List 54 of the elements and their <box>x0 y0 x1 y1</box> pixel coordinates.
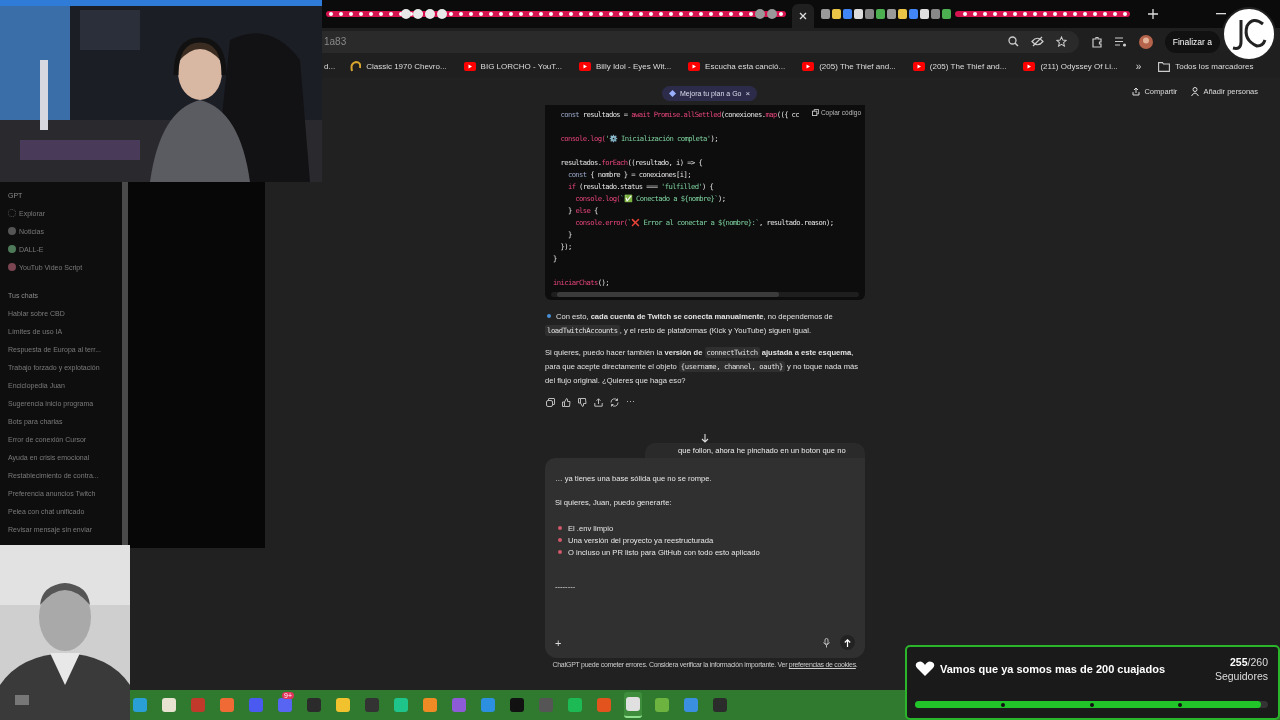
refresh-icon[interactable] <box>610 398 619 407</box>
thumbs-up-icon[interactable] <box>562 398 571 407</box>
new-tab-icon[interactable] <box>1148 9 1158 19</box>
folder-icon <box>1158 61 1171 72</box>
microphone-icon[interactable] <box>823 637 830 648</box>
eye-slash-icon[interactable] <box>1030 36 1044 47</box>
follower-count: 255/260 <box>1230 655 1268 669</box>
share-icon[interactable] <box>594 398 603 407</box>
scrollbar[interactable] <box>122 182 128 548</box>
scrollbar-thumb[interactable] <box>557 292 779 297</box>
close-icon[interactable] <box>799 12 807 20</box>
arrow-down-icon[interactable] <box>701 434 709 443</box>
share-icon <box>1132 87 1141 96</box>
logo-icon <box>1221 6 1277 62</box>
follower-label: Seguidores <box>1214 669 1268 683</box>
horseshoe-icon <box>350 61 362 72</box>
thumbs-down-icon[interactable] <box>578 398 587 407</box>
media-icon[interactable] <box>1114 36 1127 47</box>
play-icon <box>688 62 701 71</box>
bookmark[interactable]: Classic 1970 Chevro... <box>345 61 452 72</box>
finish-button[interactable]: Finalizar a <box>1164 30 1220 53</box>
bookmark[interactable]: (211) Odyssey Of Li... <box>1018 62 1123 71</box>
goal-title: Vamos que ya somos mas de 200 cuajados <box>940 663 1165 675</box>
bookmark[interactable]: BIG LORCHO - YouT... <box>458 62 567 71</box>
address-bar[interactable]: 1a83 <box>322 30 1079 53</box>
bookmark-folder[interactable]: Todos los marcadores <box>1153 61 1259 72</box>
app-icon[interactable] <box>624 692 642 718</box>
copy-icon[interactable] <box>546 398 555 407</box>
zoom-icon[interactable] <box>1007 36 1019 47</box>
more-button[interactable]: ⋯ <box>626 398 635 407</box>
play-icon <box>912 62 925 71</box>
more-bookmarks-button[interactable]: » <box>1135 61 1142 72</box>
bookmark[interactable]: Escucha esta canció... <box>683 62 791 71</box>
bookmark[interactable]: d... <box>322 62 341 71</box>
add-button[interactable]: + <box>555 636 562 649</box>
bookmark[interactable]: (205) The Thief and... <box>797 62 901 71</box>
send-button[interactable] <box>840 635 855 650</box>
bookmark[interactable]: Billy Idol - Eyes Wit... <box>574 62 677 71</box>
arrow-up-icon <box>844 638 851 647</box>
heart-icon <box>915 661 935 677</box>
minimize-icon[interactable] <box>1216 13 1226 15</box>
play-icon <box>463 62 476 71</box>
browser-tab[interactable] <box>792 4 814 28</box>
play-icon <box>1023 62 1036 71</box>
play-icon <box>802 62 815 71</box>
play-icon <box>579 62 591 71</box>
copy-icon <box>811 109 819 116</box>
person-icon <box>1191 87 1200 96</box>
sparkle-icon <box>669 90 676 97</box>
bookmark[interactable]: (205) The Thief and... <box>907 62 1012 71</box>
extensions-icon[interactable] <box>1090 35 1103 48</box>
avatar-icon[interactable] <box>1138 34 1153 49</box>
message-composer[interactable] <box>545 458 865 658</box>
star-icon[interactable] <box>1055 36 1067 47</box>
